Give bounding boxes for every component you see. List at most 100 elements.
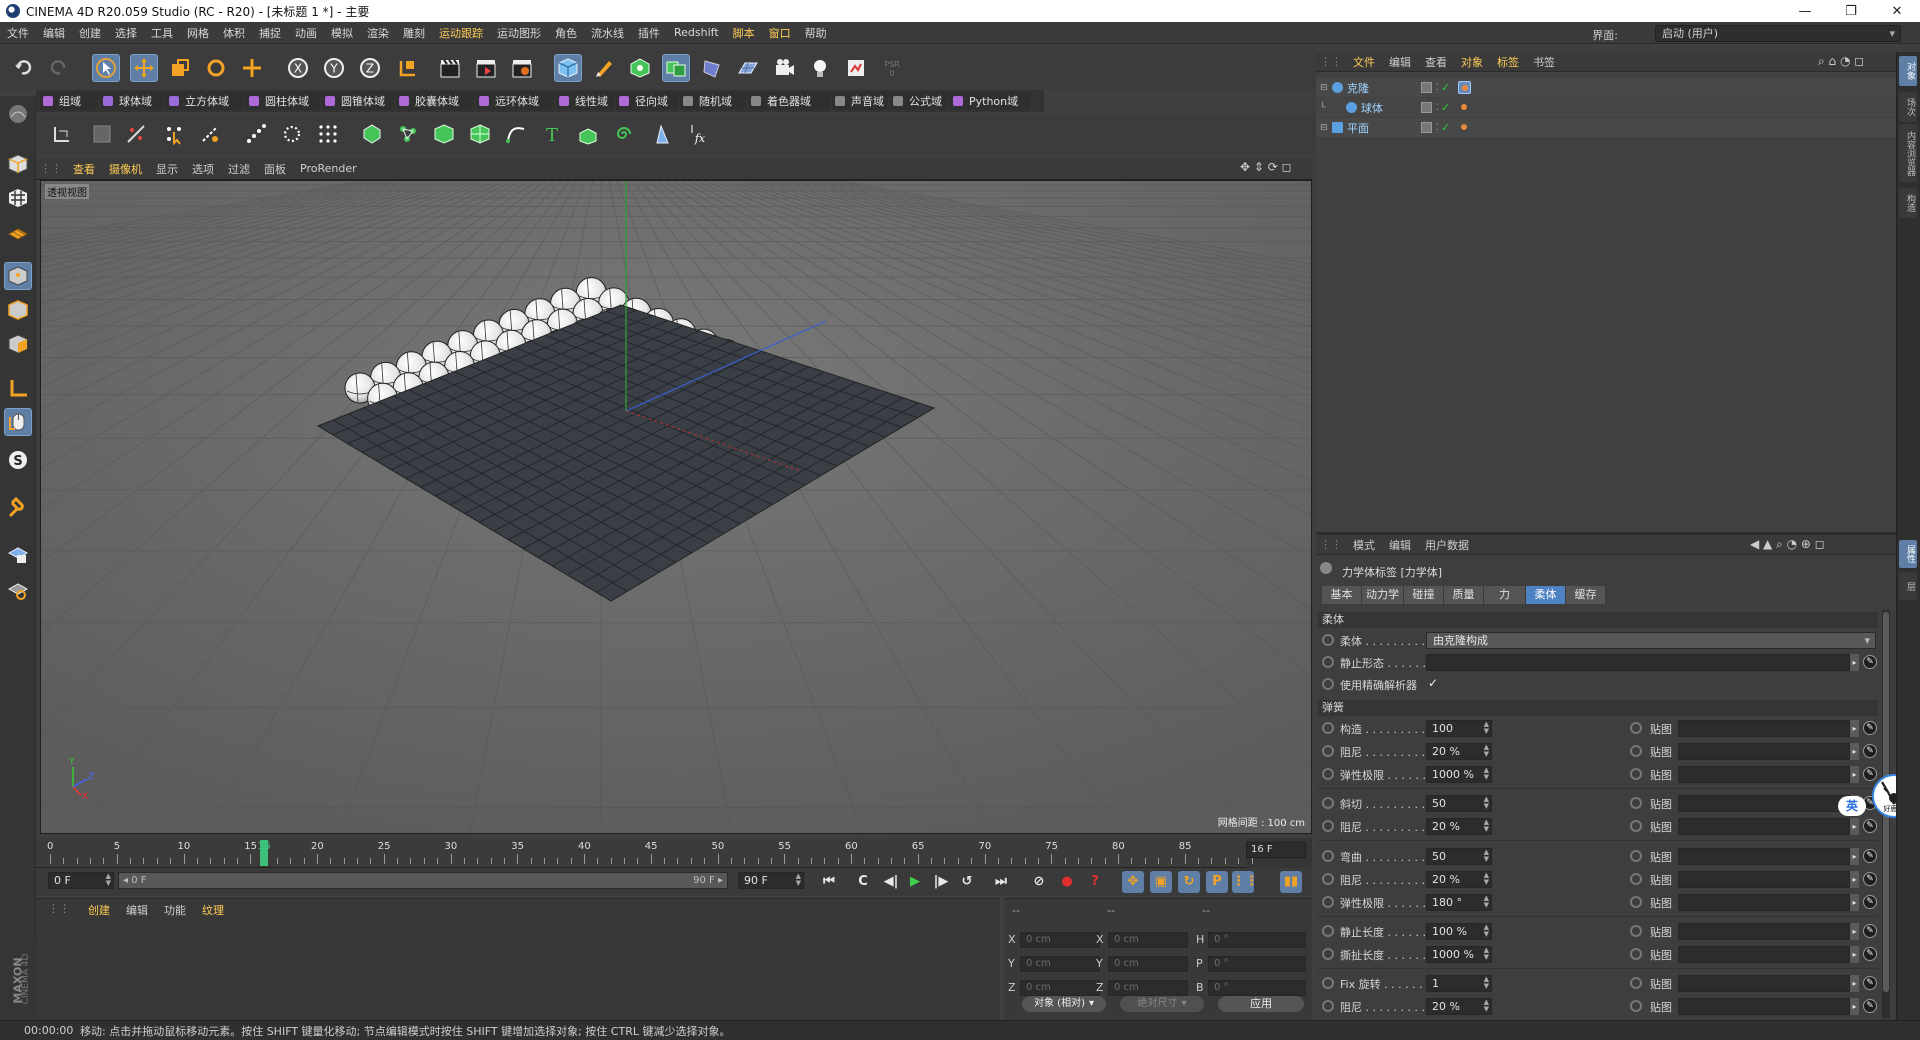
go-to-start-icon[interactable]: ⏮ <box>818 871 840 893</box>
step-back-icon[interactable]: ◀| <box>880 871 902 893</box>
coord-field[interactable]: 0 cm <box>1020 956 1100 972</box>
coord-field[interactable]: 0 cm <box>1108 932 1188 948</box>
viewport-nav-icons[interactable]: ✥ ⇕ ⟳ ◻ <box>1240 160 1310 178</box>
apply-button[interactable]: 应用 <box>1218 996 1304 1012</box>
psr-icon[interactable]: PSR 0 <box>878 54 906 82</box>
param-value-field[interactable]: 50 ▲ ▼ <box>1426 795 1492 812</box>
tab-1[interactable]: 动力学 <box>1362 586 1404 604</box>
texture-radio[interactable] <box>1630 896 1642 908</box>
palette-11[interactable]: 声音域 <box>832 92 888 110</box>
tab-4[interactable]: 力 <box>1484 586 1526 604</box>
cloner-icon[interactable] <box>662 54 690 82</box>
stepper-icon[interactable]: ▲ ▼ <box>1484 767 1489 781</box>
link-arrow-icon[interactable]: ▸ <box>1850 923 1859 940</box>
xpresso-fx-icon[interactable]: fx <box>684 120 712 148</box>
link-arrow-icon[interactable]: ▸ <box>1850 654 1859 671</box>
texture-radio[interactable] <box>1630 1000 1642 1012</box>
object-layer-icon[interactable] <box>1421 82 1432 93</box>
scale-icon[interactable] <box>166 54 194 82</box>
link-clear-icon[interactable]: ✎ <box>1863 924 1877 938</box>
coord-size-select[interactable]: 绝对尺寸 ▾ <box>1120 996 1204 1012</box>
green-box-icon[interactable] <box>574 120 602 148</box>
texture-link-field[interactable] <box>1678 923 1850 940</box>
param-value-field[interactable]: 20 % ▲ ▼ <box>1426 818 1492 835</box>
stepper-icon[interactable]: ▲ ▼ <box>1484 924 1489 938</box>
object-menu-4[interactable]: 标签 <box>1490 54 1526 70</box>
material-menu-1[interactable]: 编辑 <box>118 902 156 918</box>
link-clear-icon[interactable]: ✎ <box>1863 849 1877 863</box>
right-tab-bottom-1[interactable]: 层 <box>1899 572 1917 600</box>
link-arrow-icon[interactable]: ▸ <box>1850 998 1859 1015</box>
link-arrow-icon[interactable]: ▸ <box>1850 975 1859 992</box>
tweak-mode-icon[interactable] <box>4 408 32 436</box>
render-picture-viewer-icon[interactable] <box>472 54 500 82</box>
menu-15[interactable]: 流水线 <box>584 25 631 41</box>
right-tab-3[interactable]: 构造 <box>1899 188 1917 218</box>
make-editable-icon[interactable] <box>48 120 76 148</box>
link-clear-icon[interactable]: ✎ <box>1863 655 1877 669</box>
transform-icon[interactable] <box>238 54 266 82</box>
polygons-mode-icon[interactable] <box>4 330 32 358</box>
link-arrow-icon[interactable]: ▸ <box>1850 766 1859 783</box>
texture-link-field[interactable] <box>1678 998 1850 1015</box>
start-frame-field[interactable]: 0 F ▲ ▼ <box>48 872 114 889</box>
branch-nodes-icon[interactable] <box>394 120 422 148</box>
object-layer-icon[interactable] <box>1421 102 1432 113</box>
param-radio[interactable] <box>1322 797 1334 809</box>
text-icon[interactable]: T <box>538 120 566 148</box>
record-icon[interactable]: ⊘ <box>1028 871 1050 893</box>
palette-8[interactable]: 径向域 <box>616 92 678 110</box>
y-axis-lock-icon[interactable]: Y <box>320 54 348 82</box>
precise-solver-check[interactable]: ✓ <box>1428 676 1438 690</box>
menu-5[interactable]: 网格 <box>180 25 216 41</box>
texture-radio[interactable] <box>1630 768 1642 780</box>
points-mode-icon[interactable] <box>4 262 32 290</box>
tag-icon[interactable] <box>842 54 870 82</box>
texture-link-field[interactable] <box>1678 975 1850 992</box>
key-param-icon[interactable]: P <box>1206 871 1228 893</box>
tab-5[interactable]: 柔体 <box>1526 586 1566 604</box>
link-arrow-icon[interactable]: ▸ <box>1850 946 1859 963</box>
palette-5[interactable]: 胶囊体域 <box>396 92 474 110</box>
param-radio[interactable] <box>1322 634 1334 646</box>
coord-field[interactable]: 0 ° <box>1208 932 1306 948</box>
param-radio[interactable] <box>1322 1000 1334 1012</box>
stepper-icon[interactable]: ▲ ▼ <box>1484 819 1489 833</box>
menu-4[interactable]: 工具 <box>144 25 180 41</box>
texture-radio[interactable] <box>1630 745 1642 757</box>
material-menu-2[interactable]: 功能 <box>156 902 194 918</box>
menu-13[interactable]: 运动图形 <box>490 25 548 41</box>
object-name[interactable]: 球体 <box>1361 100 1409 116</box>
softbody-mode-select[interactable]: 由克隆构成 ▾ <box>1426 632 1876 649</box>
redo-icon[interactable] <box>44 54 72 82</box>
tab-3[interactable]: 质量 <box>1444 586 1484 604</box>
menu-19[interactable]: 窗口 <box>762 25 798 41</box>
link-clear-icon[interactable]: ✎ <box>1863 947 1877 961</box>
param-value-field[interactable]: 100 ▲ ▼ <box>1426 720 1492 737</box>
stepper-icon[interactable]: ▲ ▼ <box>1484 796 1489 810</box>
palette-13[interactable]: Python域 <box>950 92 1030 110</box>
stepper-icon[interactable]: ▲ ▼ <box>1484 872 1489 886</box>
dynamics-tag-icon[interactable] <box>1458 121 1471 134</box>
link-clear-icon[interactable]: ✎ <box>1863 819 1877 833</box>
go-to-end-icon[interactable]: ⏭ <box>990 871 1012 893</box>
line-dots-icon[interactable] <box>242 120 270 148</box>
param-value-field[interactable]: 1 ▲ ▼ <box>1426 975 1492 992</box>
field-icon[interactable] <box>698 54 726 82</box>
rotate-icon[interactable] <box>202 54 230 82</box>
object-name[interactable]: 克隆 <box>1347 80 1409 96</box>
link-clear-icon[interactable]: ✎ <box>1863 976 1877 990</box>
texture-radio[interactable] <box>1630 797 1642 809</box>
cube-icon[interactable] <box>554 54 582 82</box>
playhead[interactable] <box>259 840 268 866</box>
coord-field[interactable]: 0 cm <box>1020 932 1100 948</box>
menu-9[interactable]: 模拟 <box>324 25 360 41</box>
axis-mode-icon[interactable] <box>4 374 32 402</box>
x-axis-lock-icon[interactable]: X <box>284 54 312 82</box>
knife-icon[interactable] <box>122 120 150 148</box>
live-select-icon[interactable] <box>92 54 120 82</box>
camera-icon[interactable] <box>770 54 798 82</box>
viewport-menu-5[interactable]: 面板 <box>257 161 293 177</box>
coord-field[interactable]: 0 cm <box>1108 956 1188 972</box>
menu-6[interactable]: 体积 <box>216 25 252 41</box>
